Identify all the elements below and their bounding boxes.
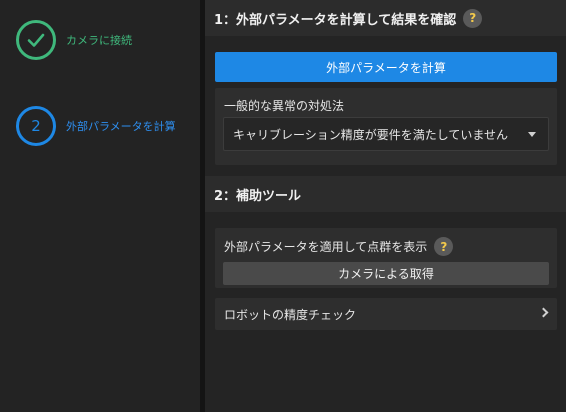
main-panel: 1：外部パラメータを計算して結果を確認 ? 外部パラメータを計算 一般的な異常の… — [205, 0, 566, 412]
robot-accuracy-check-item[interactable]: ロボットの精度チェック — [215, 298, 557, 330]
step-completed-circle — [16, 20, 56, 60]
step-number: 2 — [31, 117, 41, 135]
section-body-tools: 外部パラメータを適用して点群を表示 ? カメラによる取得 ロボットの精度チェック — [205, 212, 566, 412]
caret-down-icon — [528, 132, 536, 137]
troubleshoot-title: 一般的な異常の対処法 — [224, 99, 345, 113]
checkmark-icon — [27, 33, 45, 47]
chevron-right-icon — [538, 307, 549, 318]
pointcloud-title: 外部パラメータを適用して点群を表示 — [224, 240, 428, 254]
app-window: カメラに接続 2 外部パラメータを計算 1：外部パラメータを計算して結果を確認 … — [0, 0, 566, 412]
section-title: 2：補助ツール — [214, 188, 302, 204]
step-label: 外部パラメータを計算 — [66, 120, 176, 133]
section-body-calculate: 外部パラメータを計算 一般的な異常の対処法 キャリブレーション精度が要件を満たし… — [205, 36, 566, 176]
capture-by-camera-button[interactable]: カメラによる取得 — [223, 262, 549, 285]
calculate-extrinsics-button[interactable]: 外部パラメータを計算 — [215, 52, 557, 82]
step-sidebar: カメラに接続 2 外部パラメータを計算 — [0, 0, 200, 412]
pointcloud-card: 外部パラメータを適用して点群を表示 ? カメラによる取得 — [215, 228, 557, 288]
step-label: カメラに接続 — [66, 34, 132, 47]
troubleshoot-card: 一般的な異常の対処法 キャリブレーション精度が要件を満たしていません — [215, 88, 557, 165]
dropdown-selected-value: キャリブレーション精度が要件を満たしていません — [233, 127, 509, 142]
help-icon[interactable]: ? — [434, 237, 454, 256]
section-title: 1：外部パラメータを計算して結果を確認 — [214, 12, 457, 28]
troubleshoot-dropdown[interactable]: キャリブレーション精度が要件を満たしていません — [223, 117, 549, 151]
step-connect-camera[interactable]: カメラに接続 — [16, 20, 132, 60]
step-calculate-extrinsics[interactable]: 2 外部パラメータを計算 — [16, 106, 176, 146]
robot-accuracy-check-label: ロボットの精度チェック — [224, 307, 357, 322]
section-header-calculate: 1：外部パラメータを計算して結果を確認 ? — [205, 0, 566, 36]
pointcloud-title-row: 外部パラメータを適用して点群を表示 ? — [224, 237, 454, 256]
step-active-circle: 2 — [16, 106, 56, 146]
help-icon[interactable]: ? — [463, 8, 483, 28]
section-header-tools: 2：補助ツール — [205, 176, 566, 212]
